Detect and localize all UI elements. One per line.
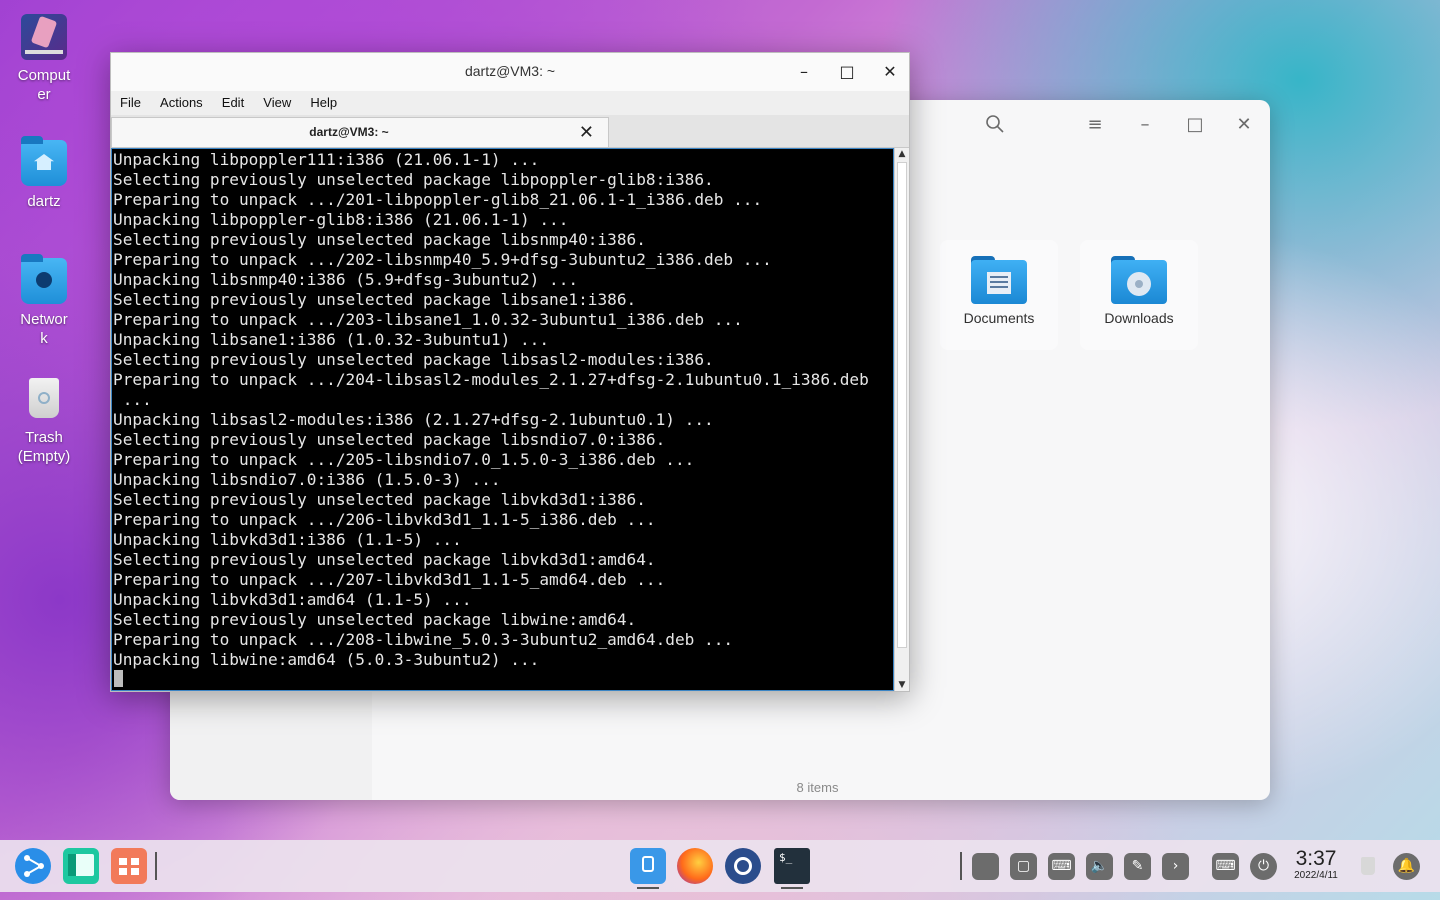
desktop-icon-network[interactable]: Networ k — [8, 254, 80, 348]
search-icon[interactable] — [984, 114, 1006, 136]
minimize-icon[interactable]: – — [1134, 114, 1156, 136]
desktop-icon-label: Networ k — [20, 311, 68, 347]
tab-close-icon[interactable]: ✕ — [579, 122, 594, 143]
scroll-down-icon[interactable]: ▼ — [897, 680, 907, 690]
tab-terminal[interactable]: dartz@VM3: ~ ✕ — [111, 117, 609, 147]
desktop-icon-home[interactable]: dartz — [8, 136, 80, 211]
tab-label: dartz@VM3: ~ — [309, 125, 389, 139]
desktop-icon-label: Comput er — [17, 67, 71, 103]
window-title: dartz@VM3: ~ — [464, 63, 556, 79]
scrollbar[interactable]: ▲ ▼ — [894, 148, 909, 691]
close-button[interactable]: ✕ — [878, 61, 902, 83]
chevron-right-icon[interactable]: › — [1162, 853, 1189, 880]
downloads-folder-icon — [1111, 256, 1167, 304]
terminal-text: Unpacking libpoppler111:i386 (21.06.1-1)… — [113, 150, 869, 669]
clock-time: 3:37 — [1295, 847, 1337, 870]
menu-file[interactable]: File — [120, 91, 141, 110]
folder-documents[interactable]: Documents — [940, 240, 1058, 350]
power-icon[interactable]: ⏻ — [1250, 853, 1277, 880]
clock-date: 2022/4/11 — [1294, 870, 1338, 881]
status-bar-item-count: 8 items — [796, 780, 839, 795]
maximize-button[interactable]: □ — [835, 61, 859, 83]
trash-tray-icon[interactable] — [1355, 853, 1382, 880]
input-method-icon[interactable]: ⌨ — [1212, 853, 1239, 880]
menu-actions[interactable]: Actions — [160, 91, 203, 110]
notification-bell-icon[interactable]: 🔔 — [1393, 853, 1420, 880]
desktop-icon-label: Trash (Empty) — [17, 429, 71, 465]
active-indicator — [781, 887, 803, 889]
home-folder-icon — [21, 136, 67, 186]
menu-edit[interactable]: Edit — [222, 91, 244, 110]
keyboard-icon[interactable]: ⌨ — [1048, 853, 1075, 880]
terminal-output[interactable]: Unpacking libpoppler111:i386 (21.06.1-1)… — [111, 148, 894, 691]
screen-record-icon[interactable]: ▢ — [1010, 853, 1037, 880]
folder-downloads[interactable]: Downloads — [1080, 240, 1198, 350]
terminal-window[interactable]: dartz@VM3: ~ – □ ✕ File Actions Edit Vie… — [110, 52, 910, 692]
terminal-titlebar[interactable]: dartz@VM3: ~ – □ ✕ — [111, 53, 909, 91]
pen-tool-icon[interactable]: ✎ — [1124, 853, 1151, 880]
trash-icon — [21, 376, 67, 422]
clock[interactable]: 3:37 2022/4/11 — [1288, 848, 1344, 882]
terminal-app-icon[interactable]: $_ — [774, 848, 810, 884]
file-manager-app-icon[interactable] — [630, 848, 666, 884]
computer-icon — [21, 14, 67, 60]
desktop-icon-label: dartz — [27, 193, 61, 210]
tray-placeholder-icon[interactable] — [972, 853, 999, 880]
taskbar: $_ ▢ ⌨ 🔈 ✎ › ⌨ ⏻ 3:37 2022/4/11 🔔 — [0, 840, 1440, 892]
volume-icon[interactable]: 🔈 — [1086, 853, 1113, 880]
folder-label: Downloads — [1104, 310, 1174, 326]
taskbar-separator — [155, 852, 157, 880]
desktop-icon-computer[interactable]: Comput er — [8, 14, 80, 104]
file-manager-titlebar: ≡ – □ ✕ — [910, 100, 1270, 150]
desktop-icon-trash[interactable]: Trash (Empty) — [8, 376, 80, 466]
close-icon[interactable]: ✕ — [1233, 114, 1255, 136]
taskbar-separator — [960, 852, 962, 880]
maximize-icon[interactable]: □ — [1184, 114, 1206, 136]
minimize-button[interactable]: – — [792, 61, 816, 83]
active-indicator — [637, 887, 659, 889]
settings-gear-icon[interactable] — [725, 848, 761, 884]
menu-help[interactable]: Help — [310, 91, 337, 110]
folder-label: Documents — [963, 310, 1035, 326]
tab-bar: dartz@VM3: ~ ✕ — [111, 115, 909, 148]
firefox-icon[interactable] — [677, 848, 713, 884]
documents-folder-icon — [971, 256, 1027, 304]
menu-bar: File Actions Edit View Help — [111, 91, 909, 115]
app-store-icon[interactable] — [111, 848, 147, 884]
multitask-view-icon[interactable] — [63, 848, 99, 884]
scroll-up-icon[interactable]: ▲ — [897, 149, 907, 159]
start-menu-icon[interactable] — [15, 848, 51, 884]
scrollbar-thumb[interactable] — [897, 162, 907, 648]
terminal-cursor — [114, 670, 123, 687]
network-folder-icon — [21, 254, 67, 304]
menu-view[interactable]: View — [263, 91, 291, 110]
menu-icon[interactable]: ≡ — [1084, 114, 1106, 136]
